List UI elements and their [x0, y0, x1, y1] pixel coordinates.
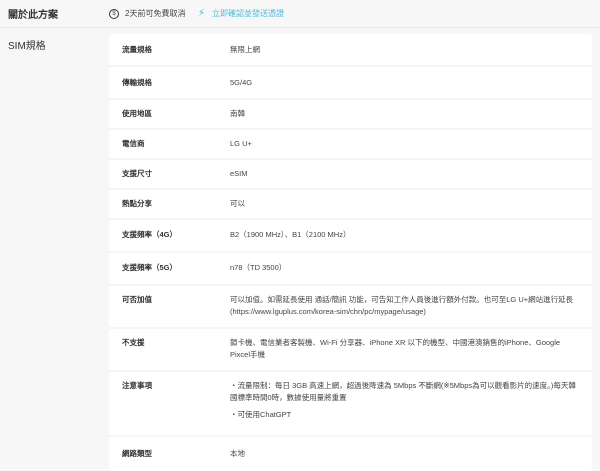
spec-value: 無限上網 — [230, 44, 592, 56]
spec-value: ・流量限制：每日 3GB 高速上網，超過後降速為 5Mbps 不斷網(※5Mbp… — [230, 380, 592, 421]
spec-value-line: 本地 — [230, 449, 245, 458]
spec-value: 本地 — [230, 448, 592, 460]
spec-label: 熱點分享 — [122, 199, 152, 208]
spec-value: 可以加值。如需延長使用 通話/簡訊 功能，可告知工作人員後進行額外付款。也可至L… — [230, 294, 592, 318]
spec-value: B2（1900 MHz）、B1（2100 MHz） — [230, 229, 592, 241]
spec-value: eSIM — [230, 168, 592, 180]
spec-label: 網路類型 — [122, 449, 152, 458]
spec-label: 不支援 — [122, 338, 145, 347]
instant-confirm-info: ⚡ 立即確認並發送憑證 — [198, 8, 284, 19]
spec-label: 傳輸規格 — [122, 78, 152, 87]
spec-value: 南韓 — [230, 108, 592, 120]
spec-label: 支援頻率（4G） — [122, 230, 178, 239]
free-cancel-text: 2天前可免費取消 — [125, 9, 186, 18]
spec-value-line: 5G/4G — [230, 78, 253, 87]
spec-value-line: 可以加值。如需延長使用 通話/簡訊 功能，可告知工作人員後進行額外付款。也可至L… — [230, 295, 574, 316]
spec-value-line: B2（1900 MHz）、B1（2100 MHz） — [230, 230, 351, 239]
spec-label: 流量規格 — [122, 45, 152, 54]
free-cancel-info: $ 2天前可免費取消 — [109, 8, 185, 19]
instant-confirm-text: 立即確認並發送憑證 — [212, 9, 285, 18]
spec-label: 支援尺寸 — [122, 169, 152, 178]
spec-row: 可否加值 可以加值。如需延長使用 通話/簡訊 功能，可告知工作人員後進行額外付款。… — [109, 286, 592, 329]
spec-label: 電信商 — [122, 139, 145, 148]
spec-row: 支援頻率（5G） n78（TD 3500） — [109, 253, 592, 286]
spec-value-line: eSIM — [230, 169, 248, 178]
spec-value-line: n78（TD 3500） — [230, 263, 287, 272]
spec-row: 熱點分享 可以 — [109, 190, 592, 220]
spec-label: 注意事項 — [122, 381, 152, 390]
about-plan-title: 關於此方案 — [8, 10, 58, 21]
spec-value: n78（TD 3500） — [230, 262, 592, 274]
sim-spec-table: 流量規格 無限上網傳輸規格 5G/4G 使用地區 南韓電信商 LG U+ 支援尺寸 eSIM 熱… — [109, 34, 592, 471]
dollar-clock-icon: $ — [109, 8, 119, 19]
spec-value: 鎖卡機、電信業者客製機、Wi-Fi 分享器、iPhone XR 以下的機型、中國… — [230, 337, 592, 361]
spec-value: 可以 — [230, 198, 592, 210]
spec-label: 使用地區 — [122, 109, 152, 118]
plan-header: 關於此方案 $ 2天前可免費取消 ⚡ 立即確認並發送憑證 — [0, 0, 600, 28]
spec-value: 5G/4G — [230, 77, 592, 89]
spec-label: 支援頻率（5G） — [122, 263, 178, 272]
spec-value-line: 無限上網 — [230, 45, 260, 54]
spec-value-line: 鎖卡機、電信業者客製機、Wi-Fi 分享器、iPhone XR 以下的機型、中國… — [230, 338, 561, 359]
lightning-icon: ⚡ — [198, 8, 206, 19]
spec-value-line: ・可使用ChatGPT — [230, 410, 292, 419]
spec-row: 流量規格 無限上網 — [109, 34, 592, 67]
spec-row: 支援頻率（4G） B2（1900 MHz）、B1（2100 MHz） — [109, 220, 592, 253]
spec-row: 不支援 鎖卡機、電信業者客製機、Wi-Fi 分享器、iPhone XR 以下的機型… — [109, 329, 592, 372]
spec-row: 使用地區 南韓 — [109, 100, 592, 130]
spec-row: 支援尺寸 eSIM — [109, 160, 592, 190]
spec-row: 傳輸規格 5G/4G — [109, 67, 592, 100]
spec-value-line: 可以 — [230, 199, 245, 208]
spec-row: 注意事項 ・流量限制：每日 3GB 高速上網，超過後降速為 5Mbps 不斷網(※… — [109, 372, 592, 437]
spec-row: 電信商 LG U+ — [109, 130, 592, 160]
sim-spec-title: SIM規格 — [8, 41, 46, 52]
spec-value-line: 南韓 — [230, 109, 245, 118]
spec-value-line: ・流量限制：每日 3GB 高速上網，超過後降速為 5Mbps 不斷網(※5Mbp… — [230, 381, 576, 402]
spec-label: 可否加值 — [122, 295, 152, 304]
spec-value: LG U+ — [230, 138, 592, 150]
spec-value-line: LG U+ — [230, 139, 252, 148]
spec-row: 網路類型 本地 — [109, 437, 592, 471]
